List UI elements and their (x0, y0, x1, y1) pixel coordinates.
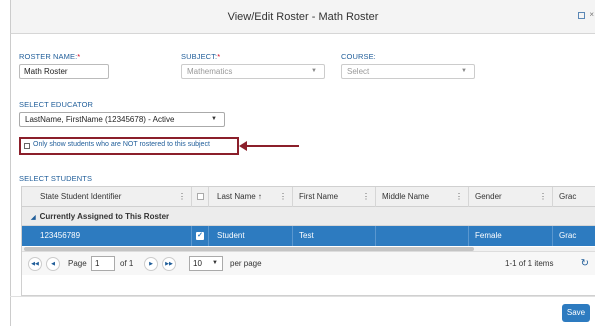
roster-name-input[interactable]: Math Roster (19, 64, 109, 79)
window-close-icon[interactable]: × (589, 10, 594, 19)
cell-middle-name (376, 226, 469, 246)
column-header-label: State Student Identifier (40, 192, 122, 201)
column-header-select-all[interactable] (192, 187, 209, 207)
column-header-gender[interactable]: Gender ⋮ (469, 187, 553, 207)
checkmark-icon[interactable]: ✓ (196, 232, 204, 240)
column-header-first-name[interactable]: First Name ⋮ (293, 187, 376, 207)
column-header-label: Grac (559, 192, 577, 201)
prev-page-icon[interactable]: ◀ (46, 257, 60, 271)
not-rostered-callout: Only show students who are NOT rostered … (19, 137, 239, 155)
dropdown-caret-icon: ▼ (311, 68, 317, 74)
table-row[interactable]: 123456789 ✓ Student Test Female Grac (22, 226, 595, 246)
per-page-label: per page (230, 259, 262, 268)
course-select-placeholder: Select (347, 67, 370, 76)
cell-gender: Female (469, 226, 553, 246)
page-count-label: of 1 (120, 259, 134, 268)
next-page-icon[interactable]: ▶ (144, 257, 158, 271)
footer-divider (10, 296, 595, 297)
callout-arrow-head (239, 141, 247, 151)
group-row-assigned[interactable]: ◢ Currently Assigned to This Roster (22, 207, 595, 226)
column-menu-icon[interactable]: ⋮ (539, 187, 547, 207)
last-page-icon[interactable]: ▶▶ (162, 257, 176, 271)
subject-select-value: Mathematics (187, 67, 233, 76)
page-size-select[interactable]: 10 ▼ (189, 256, 223, 271)
window-titlebar: View/Edit Roster - Math Roster × (10, 0, 595, 34)
cell-select[interactable]: ✓ (192, 226, 209, 246)
grid-pager: ◀◀ ◀ Page 1 of 1 ▶ ▶▶ 10 ▼ per page 1-1 … (22, 251, 595, 275)
column-header-grade[interactable]: Grac (553, 187, 595, 207)
roster-name-label: ROSTER NAME:* (19, 52, 81, 61)
students-grid: State Student Identifier ⋮ Last Name ↑ ⋮… (21, 186, 595, 296)
educator-select[interactable]: LastName, FirstName (12345678) - Active … (19, 112, 225, 127)
dropdown-caret-icon: ▼ (211, 116, 217, 122)
column-header-last-name[interactable]: Last Name ↑ ⋮ (209, 187, 293, 207)
first-page-icon[interactable]: ◀◀ (28, 257, 42, 271)
column-header-label: Gender (475, 192, 502, 201)
select-students-label: SELECT STUDENTS (19, 174, 93, 183)
items-count-label: 1-1 of 1 items (505, 259, 554, 268)
course-label: COURSE: (341, 52, 376, 61)
dropdown-caret-icon: ▼ (212, 260, 218, 266)
window-title: View/Edit Roster - Math Roster (227, 11, 379, 23)
save-button[interactable]: Save (562, 304, 590, 322)
educator-label: SELECT EDUCATOR (19, 100, 94, 109)
column-header-middle-name[interactable]: Middle Name ⋮ (376, 187, 469, 207)
not-rostered-label[interactable]: Only show students who are NOT rostered … (33, 141, 210, 148)
grid-header: State Student Identifier ⋮ Last Name ↑ ⋮… (22, 187, 595, 207)
column-menu-icon[interactable]: ⋮ (178, 187, 186, 207)
column-header-label: Middle Name (382, 192, 430, 201)
page-number-input[interactable]: 1 (91, 256, 115, 271)
course-select[interactable]: Select ▼ (341, 64, 475, 79)
dropdown-caret-icon: ▼ (461, 68, 467, 74)
page-label: Page (68, 259, 87, 268)
not-rostered-checkbox[interactable] (24, 143, 30, 149)
column-menu-icon[interactable]: ⋮ (279, 187, 287, 207)
select-all-checkbox[interactable] (197, 193, 204, 200)
subject-select[interactable]: Mathematics ▼ (181, 64, 325, 79)
cell-first-name: Test (293, 226, 376, 246)
dialog-content: ROSTER NAME:* Math Roster SUBJECT:* Math… (10, 34, 595, 326)
column-menu-icon[interactable]: ⋮ (362, 187, 370, 207)
group-label: Currently Assigned to This Roster (39, 212, 170, 221)
cell-grade: Grac (559, 231, 577, 240)
column-menu-icon[interactable]: ⋮ (455, 187, 463, 207)
window-restore-icon[interactable] (578, 12, 585, 19)
page-size-value: 10 (193, 259, 202, 268)
subject-label: SUBJECT:* (181, 52, 221, 61)
cell-last-name: Student (209, 226, 293, 246)
column-header-label: First Name (299, 192, 339, 201)
cell-state-id: 123456789 (22, 226, 192, 246)
callout-arrow (243, 145, 299, 147)
column-header-label: Last Name ↑ (217, 192, 262, 201)
collapse-triangle-icon[interactable]: ◢ (31, 215, 36, 221)
educator-select-value: LastName, FirstName (12345678) - Active (25, 115, 175, 124)
refresh-icon[interactable]: ↻ (581, 258, 589, 270)
column-header-state-id[interactable]: State Student Identifier ⋮ (22, 187, 192, 207)
